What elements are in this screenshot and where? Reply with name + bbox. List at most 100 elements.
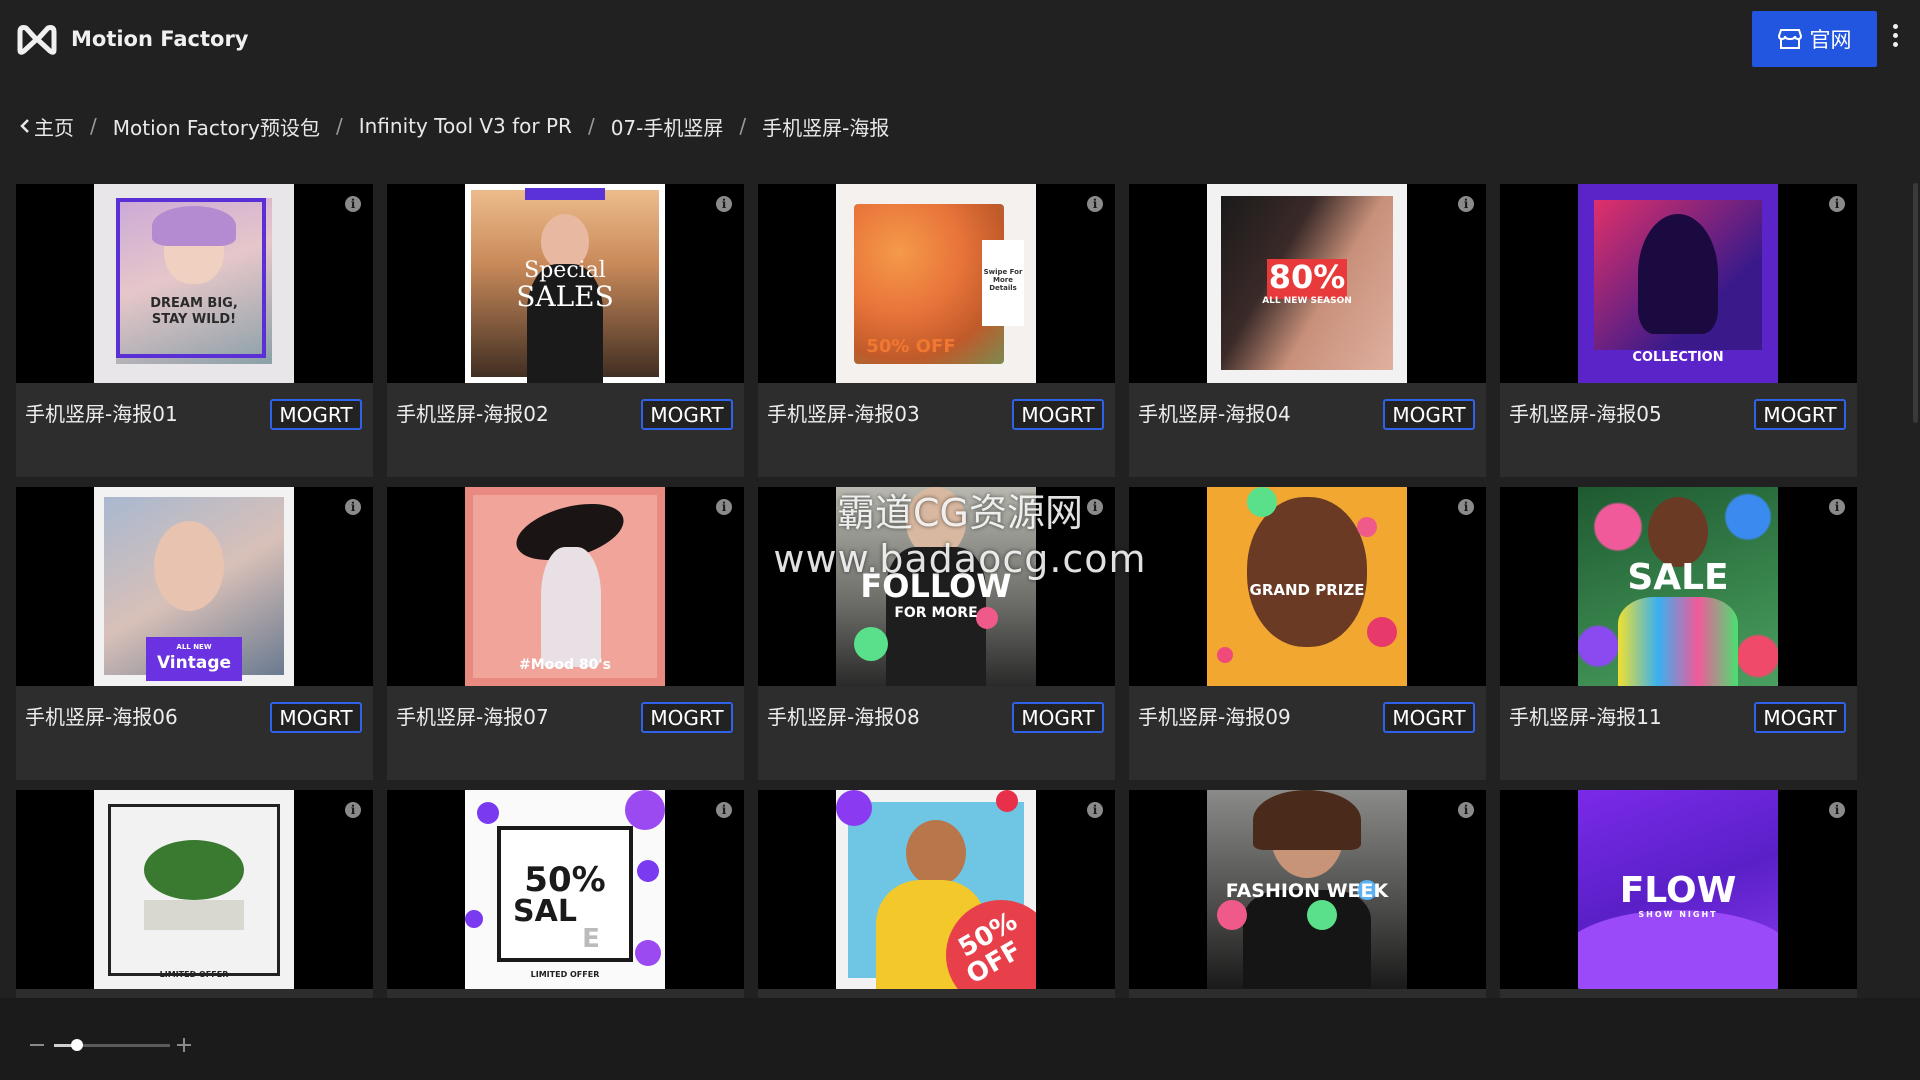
mogrt-button[interactable]: MOGRT — [1383, 399, 1475, 430]
thumbnail-overlay-text: DREAM BIG, — [150, 296, 238, 311]
template-thumbnail: FOLLOW FOR MORE — [836, 487, 1036, 686]
template-card-04[interactable]: 80% ALL NEW SEASON i 手机竖屏-海报04 MOGRT — [1129, 184, 1486, 477]
template-thumbnail: COLLECTION — [1578, 184, 1778, 383]
official-site-label: 官网 — [1809, 28, 1852, 52]
chevron-left-icon — [20, 119, 29, 133]
mogrt-button[interactable]: MOGRT — [641, 702, 733, 733]
info-icon[interactable]: i — [1829, 802, 1845, 818]
breadcrumb: 主页 / Motion Factory预设包 / Infinity Tool V… — [20, 110, 889, 142]
more-menu-icon[interactable] — [1890, 24, 1900, 54]
template-card-12[interactable]: 50% SAL E LIMITED OFFER i — [387, 790, 744, 998]
info-icon[interactable]: i — [345, 802, 361, 818]
breadcrumb-infinity-tool[interactable]: Infinity Tool V3 for PR — [359, 114, 572, 138]
breadcrumb-separator: / — [587, 114, 595, 138]
template-thumbnail: 50% OFF — [836, 790, 1036, 989]
info-icon[interactable]: i — [1087, 196, 1103, 212]
template-card-03[interactable]: Swipe For More Details 50% OFF i 手机竖屏-海报… — [758, 184, 1115, 477]
thumbnail-overlay-text: Vintage — [156, 653, 232, 673]
zoom-in-icon[interactable] — [177, 1038, 191, 1052]
info-icon[interactable]: i — [345, 196, 361, 212]
template-thumbnail: Swipe For More Details 50% OFF — [836, 184, 1036, 383]
thumbnail-overlay-text: ALL NEW — [176, 643, 212, 651]
thumbnail-overlay-text: E — [582, 924, 600, 954]
template-title: 手机竖屏-海报05 — [1509, 402, 1662, 426]
thumbnail-overlay-text: #Mood 80's — [519, 657, 611, 673]
template-title: 手机竖屏-海报07 — [396, 705, 549, 729]
template-thumbnail: ALL NEW Vintage — [94, 487, 294, 686]
thumbnail-overlay-text: LIMITED OFFER — [530, 970, 600, 979]
template-thumbnail: FASHION WEEK — [1207, 790, 1407, 989]
store-icon — [1777, 29, 1802, 49]
template-card-01[interactable]: DREAM BIG, STAY WILD! i 手机竖屏-海报01 MOGRT — [16, 184, 373, 477]
breadcrumb-mobile-vertical[interactable]: 07-手机竖屏 — [611, 112, 724, 141]
breadcrumb-separator: / — [335, 114, 343, 138]
template-title: 手机竖屏-海报03 — [767, 402, 920, 426]
info-icon[interactable]: i — [345, 499, 361, 515]
template-title: 手机竖屏-海报01 — [25, 402, 178, 426]
thumbnail-overlay-text: FOLLOW — [860, 567, 1012, 605]
template-grid: DREAM BIG, STAY WILD! i 手机竖屏-海报01 MOGRT … — [16, 184, 1860, 998]
template-card-10[interactable]: SALE i 手机竖屏-海报11 MOGRT — [1500, 487, 1857, 780]
template-card-05[interactable]: COLLECTION i 手机竖屏-海报05 MOGRT — [1500, 184, 1857, 477]
motion-factory-logo-icon — [17, 25, 57, 55]
thumbnail-overlay-text: Swipe For More Details — [983, 268, 1023, 292]
thumbnail-overlay-text: STAY WILD! — [151, 312, 237, 327]
template-thumbnail: 80% ALL NEW SEASON — [1207, 184, 1407, 383]
breadcrumb-preset-pack[interactable]: Motion Factory预设包 — [113, 112, 320, 141]
thumbnail-overlay-text: SALES — [516, 280, 614, 313]
template-card-11[interactable]: LIMITED OFFER i — [16, 790, 373, 998]
thumbnail-overlay-text: FLOW — [1619, 870, 1737, 911]
template-card-06[interactable]: ALL NEW Vintage i 手机竖屏-海报06 MOGRT — [16, 487, 373, 780]
template-title: 手机竖屏-海报02 — [396, 402, 549, 426]
info-icon[interactable]: i — [1087, 499, 1103, 515]
info-icon[interactable]: i — [1458, 499, 1474, 515]
template-card-07[interactable]: #Mood 80's i 手机竖屏-海报07 MOGRT — [387, 487, 744, 780]
thumbnail-overlay-text: SALE — [1627, 557, 1729, 598]
mogrt-button[interactable]: MOGRT — [270, 399, 362, 430]
template-thumbnail: 50% SAL E LIMITED OFFER — [465, 790, 665, 989]
template-card-14[interactable]: FASHION WEEK i — [1129, 790, 1486, 998]
template-thumbnail: Special SALES — [465, 184, 665, 383]
official-site-button[interactable]: 官网 — [1752, 11, 1877, 67]
thumbnail-overlay-text: GRAND PRIZE — [1249, 581, 1365, 599]
zoom-out-icon[interactable] — [30, 1044, 44, 1046]
template-card-13[interactable]: 50% OFF i — [758, 790, 1115, 998]
mogrt-button[interactable]: MOGRT — [270, 702, 362, 733]
template-thumbnail: DREAM BIG, STAY WILD! — [94, 184, 294, 383]
mogrt-button[interactable]: MOGRT — [1383, 702, 1475, 733]
thumbnail-overlay-text: SHOW NIGHT — [1638, 910, 1718, 919]
info-icon[interactable]: i — [1829, 196, 1845, 212]
template-title: 手机竖屏-海报04 — [1138, 402, 1291, 426]
template-thumbnail: FLOW SHOW NIGHT — [1578, 790, 1778, 989]
template-thumbnail: GRAND PRIZE — [1207, 487, 1407, 686]
template-card-09[interactable]: GRAND PRIZE i 手机竖屏-海报09 MOGRT — [1129, 487, 1486, 780]
thumbnail-overlay-text: 50% OFF — [866, 336, 956, 357]
bottom-toolbar — [0, 998, 1920, 1080]
mogrt-button[interactable]: MOGRT — [641, 399, 733, 430]
info-icon[interactable]: i — [1087, 802, 1103, 818]
thumbnail-overlay-text: FOR MORE — [894, 605, 978, 621]
mogrt-button[interactable]: MOGRT — [1754, 399, 1846, 430]
template-card-08[interactable]: FOLLOW FOR MORE i 手机竖屏-海报08 MOGRT — [758, 487, 1115, 780]
mogrt-button[interactable]: MOGRT — [1754, 702, 1846, 733]
template-card-02[interactable]: Special SALES i 手机竖屏-海报02 MOGRT — [387, 184, 744, 477]
breadcrumb-current: 手机竖屏-海报 — [762, 115, 890, 140]
template-title: 手机竖屏-海报08 — [767, 705, 920, 729]
breadcrumb-home[interactable]: 主页 — [20, 112, 74, 141]
breadcrumb-separator: / — [739, 114, 747, 138]
template-title: 手机竖屏-海报11 — [1509, 705, 1662, 729]
breadcrumb-separator: / — [90, 114, 97, 138]
info-icon[interactable]: i — [716, 802, 732, 818]
app-title: Motion Factory — [71, 27, 249, 51]
template-thumbnail: #Mood 80's — [465, 487, 665, 686]
info-icon[interactable]: i — [1458, 196, 1474, 212]
info-icon[interactable]: i — [1458, 802, 1474, 818]
mogrt-button[interactable]: MOGRT — [1012, 399, 1104, 430]
template-card-15[interactable]: FLOW SHOW NIGHT i — [1500, 790, 1857, 998]
info-icon[interactable]: i — [716, 499, 732, 515]
grid-scrollbar[interactable] — [1913, 183, 1918, 423]
mogrt-button[interactable]: MOGRT — [1012, 702, 1104, 733]
info-icon[interactable]: i — [1829, 499, 1845, 515]
thumbnail-overlay-text: COLLECTION — [1632, 350, 1724, 365]
info-icon[interactable]: i — [716, 196, 732, 212]
